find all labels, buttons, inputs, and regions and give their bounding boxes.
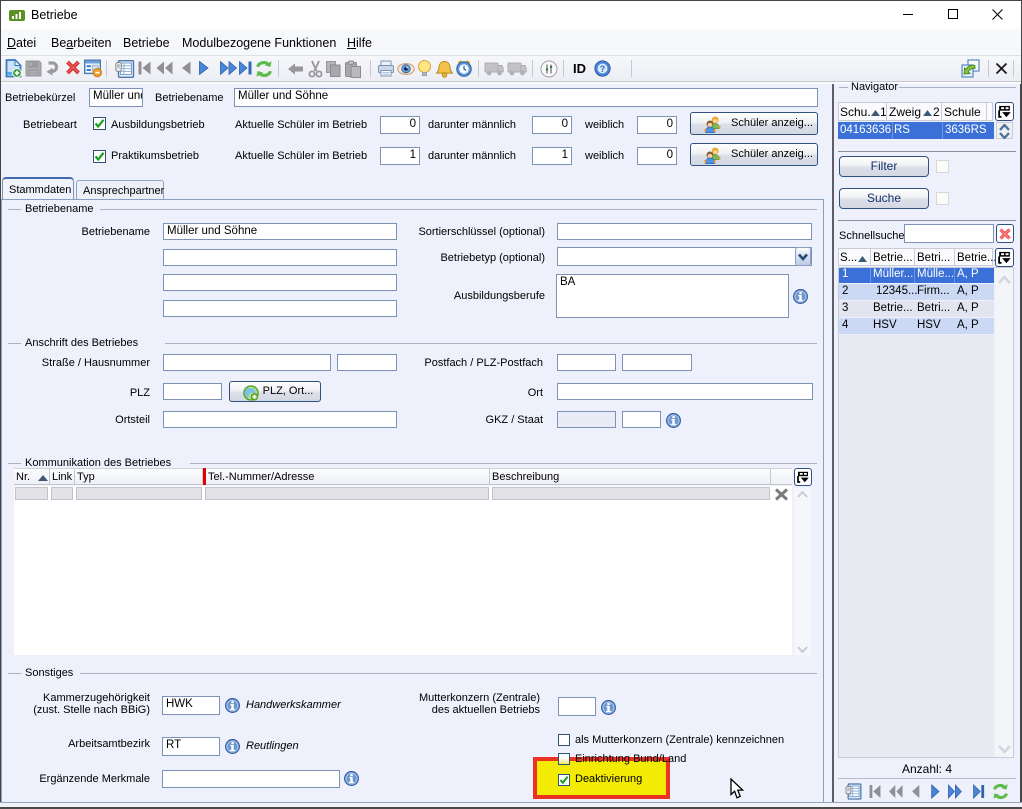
svg-text:?: ? (600, 64, 606, 74)
